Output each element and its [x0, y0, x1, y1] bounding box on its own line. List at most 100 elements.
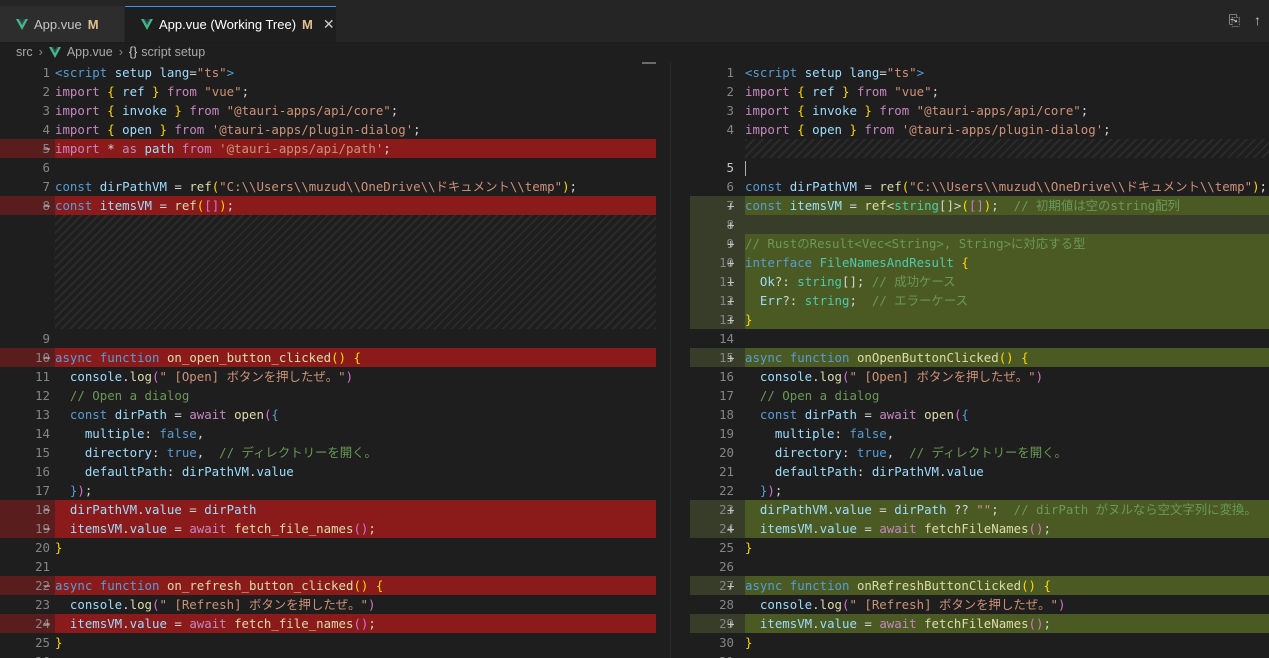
code-line[interactable]: 10− async function on_open_button_clicked…: [0, 348, 656, 367]
code-line[interactable]: 18− dirPathVM.value = dirPath: [0, 500, 656, 519]
code-line[interactable]: 27 + async function onRefreshButtonClicked…: [690, 576, 1269, 595]
breadcrumb-folder[interactable]: src: [16, 45, 33, 59]
code-token: on_open_button_clicked: [166, 350, 332, 365]
code-line[interactable]: 21 defaultPath: dirPathVM.value: [690, 462, 1269, 481]
code-line[interactable]: 6 const dirPathVM = ref("C:\\Users\\muzud…: [690, 177, 1269, 196]
code-line[interactable]: 14 multiple: false,: [0, 424, 656, 443]
code-line[interactable]: 25}: [690, 538, 1269, 557]
code-token: dirPath: [804, 407, 857, 422]
code-line[interactable]: 17 });: [0, 481, 656, 500]
breadcrumb-symbol[interactable]: script setup: [141, 45, 205, 59]
code-line[interactable]: 7 + const itemsVM = ref<string[]>([]); // …: [690, 196, 1269, 215]
code-token: import: [55, 84, 100, 99]
code-line[interactable]: 9: [0, 329, 656, 348]
code-line[interactable]: 6: [0, 158, 656, 177]
code-token: }: [745, 540, 753, 555]
code-line[interactable]: 21: [0, 557, 656, 576]
code-line[interactable]: 4 import { open } from '@tauri-apps/plugi…: [690, 120, 1269, 139]
code-line[interactable]: 24− itemsVM.value = await fetch_file_nam…: [0, 614, 656, 633]
code-token: // Open a dialog: [759, 388, 880, 403]
code-token: // dirPath がヌルなら空文字列に変換。: [1013, 502, 1257, 517]
code-line[interactable]: 11 console.log(" [Open] ボタンを押したぜ。"): [0, 367, 656, 386]
code-line[interactable]: 23 console.log(" [Refresh] ボタンを押したぜ。"): [0, 595, 656, 614]
code-line[interactable]: 11 + Ok?: string[]; // 成功ケース: [690, 272, 1269, 291]
code-line[interactable]: 30}: [690, 633, 1269, 652]
code-line[interactable]: 24 + itemsVM.value = await fetchFileNames…: [690, 519, 1269, 538]
code-line[interactable]: 26: [0, 652, 656, 658]
code-line[interactable]: 23 + dirPathVM.value = dirPath ?? ""; // …: [690, 500, 1269, 519]
code-line[interactable]: 22− async function on_refresh_button_clic…: [0, 576, 656, 595]
code-line[interactable]: 13 const dirPath = await open({: [0, 405, 656, 424]
code-line[interactable]: 9 +// RustのResult<Vec<String>, String>に対応…: [690, 234, 1269, 253]
code-line[interactable]: 22 });: [690, 481, 1269, 500]
code-line[interactable]: 1 <script setup lang="ts">: [0, 63, 656, 82]
code-line[interactable]: 28 console.log(" [Refresh] ボタンを押したぜ。"): [690, 595, 1269, 614]
code-line[interactable]: 3 import { invoke } from "@tauri-apps/api…: [690, 101, 1269, 120]
code-token: ref: [864, 198, 887, 213]
code-line[interactable]: 19− itemsVM.value = await fetch_file_nam…: [0, 519, 656, 538]
code-line[interactable]: 5: [690, 158, 1269, 177]
diff-modified-pane[interactable]: 1 <script setup lang="ts"> 2 import { ref }…: [690, 62, 1269, 658]
code-line[interactable]: 1 <script setup lang="ts">: [690, 63, 1269, 82]
diff-original-pane[interactable]: 1 <script setup lang="ts"> 2 import { ref }…: [0, 62, 656, 658]
code-line[interactable]: 8− const itemsVM = ref([]);: [0, 196, 656, 215]
code-token: value: [946, 464, 984, 479]
tab-app-vue[interactable]: App.vue M: [0, 6, 124, 42]
line-number: 2: [42, 84, 50, 99]
code-line[interactable]: 10 + interface FileNamesAndResult {: [690, 253, 1269, 272]
code-token: <script: [55, 65, 108, 80]
code-line[interactable]: 20}: [0, 538, 656, 557]
breadcrumb-file[interactable]: App.vue: [67, 45, 113, 59]
code-token: import: [55, 122, 100, 137]
code-line[interactable]: 31: [690, 652, 1269, 658]
code-line[interactable]: 15 directory: true, // ディレクトリーを開く。: [0, 443, 656, 462]
code-token: Err: [759, 293, 783, 308]
code-line[interactable]: 12 // Open a dialog: [0, 386, 656, 405]
code-line[interactable]: 8 +: [690, 215, 1269, 234]
code-line[interactable]: 2 import { ref } from "vue";: [0, 82, 656, 101]
open-file-icon[interactable]: ⎘: [1229, 12, 1240, 29]
code-line[interactable]: 16 defaultPath: dirPathVM.value: [0, 462, 656, 481]
code-line[interactable]: 2 import { ref } from "vue";: [690, 82, 1269, 101]
arrow-up-icon[interactable]: ↑: [1254, 12, 1261, 29]
code-line[interactable]: 16 console.log(" [Open] ボタンを押したぜ。"): [690, 367, 1269, 386]
code-line[interactable]: 17 // Open a dialog: [690, 386, 1269, 405]
code-line[interactable]: 5− import * as path from '@tauri-apps/api…: [0, 139, 656, 158]
code-line[interactable]: 26: [690, 557, 1269, 576]
tab-app-vue-working-tree[interactable]: App.vue (Working Tree) M ✕: [125, 6, 336, 42]
modified-badge: M: [87, 16, 99, 32]
code-token: dirPathVM: [759, 502, 828, 517]
code-token: "vue": [894, 84, 932, 99]
code-line[interactable]: 20 directory: true, // ディレクトリーを開く。: [690, 443, 1269, 462]
code-line[interactable]: 14: [690, 329, 1269, 348]
code-token: value: [256, 464, 294, 479]
code-line[interactable]: 29 + itemsVM.value = await fetchFileNames…: [690, 614, 1269, 633]
code-line[interactable]: 3 import { invoke } from "@tauri-apps/api…: [0, 101, 656, 120]
code-line[interactable]: 13 +}: [690, 310, 1269, 329]
close-icon[interactable]: ✕: [323, 16, 335, 33]
code-line[interactable]: 4 import { open } from '@tauri-apps/plugi…: [0, 120, 656, 139]
code-line[interactable]: 15 + async function onOpenButtonClicked() …: [690, 348, 1269, 367]
code-line[interactable]: 18 const dirPath = await open({: [690, 405, 1269, 424]
code-line[interactable]: 7 const dirPathVM = ref("C:\\Users\\muzud…: [0, 177, 656, 196]
code-token: await: [189, 616, 227, 631]
code-token: ;: [991, 198, 1014, 213]
code-line[interactable]: 19 multiple: false,: [690, 424, 1269, 443]
plus-icon: +: [727, 255, 735, 270]
scrollbar-track[interactable]: [670, 62, 671, 658]
code-line[interactable]: 25}: [0, 633, 656, 652]
code-token: await: [879, 407, 917, 422]
code-text: const dirPathVM = ref("C:\\Users\\muzud\…: [745, 177, 1269, 196]
line-number: 7: [42, 179, 50, 194]
code-line[interactable]: 12 + Err?: string; // エラーケース: [690, 291, 1269, 310]
